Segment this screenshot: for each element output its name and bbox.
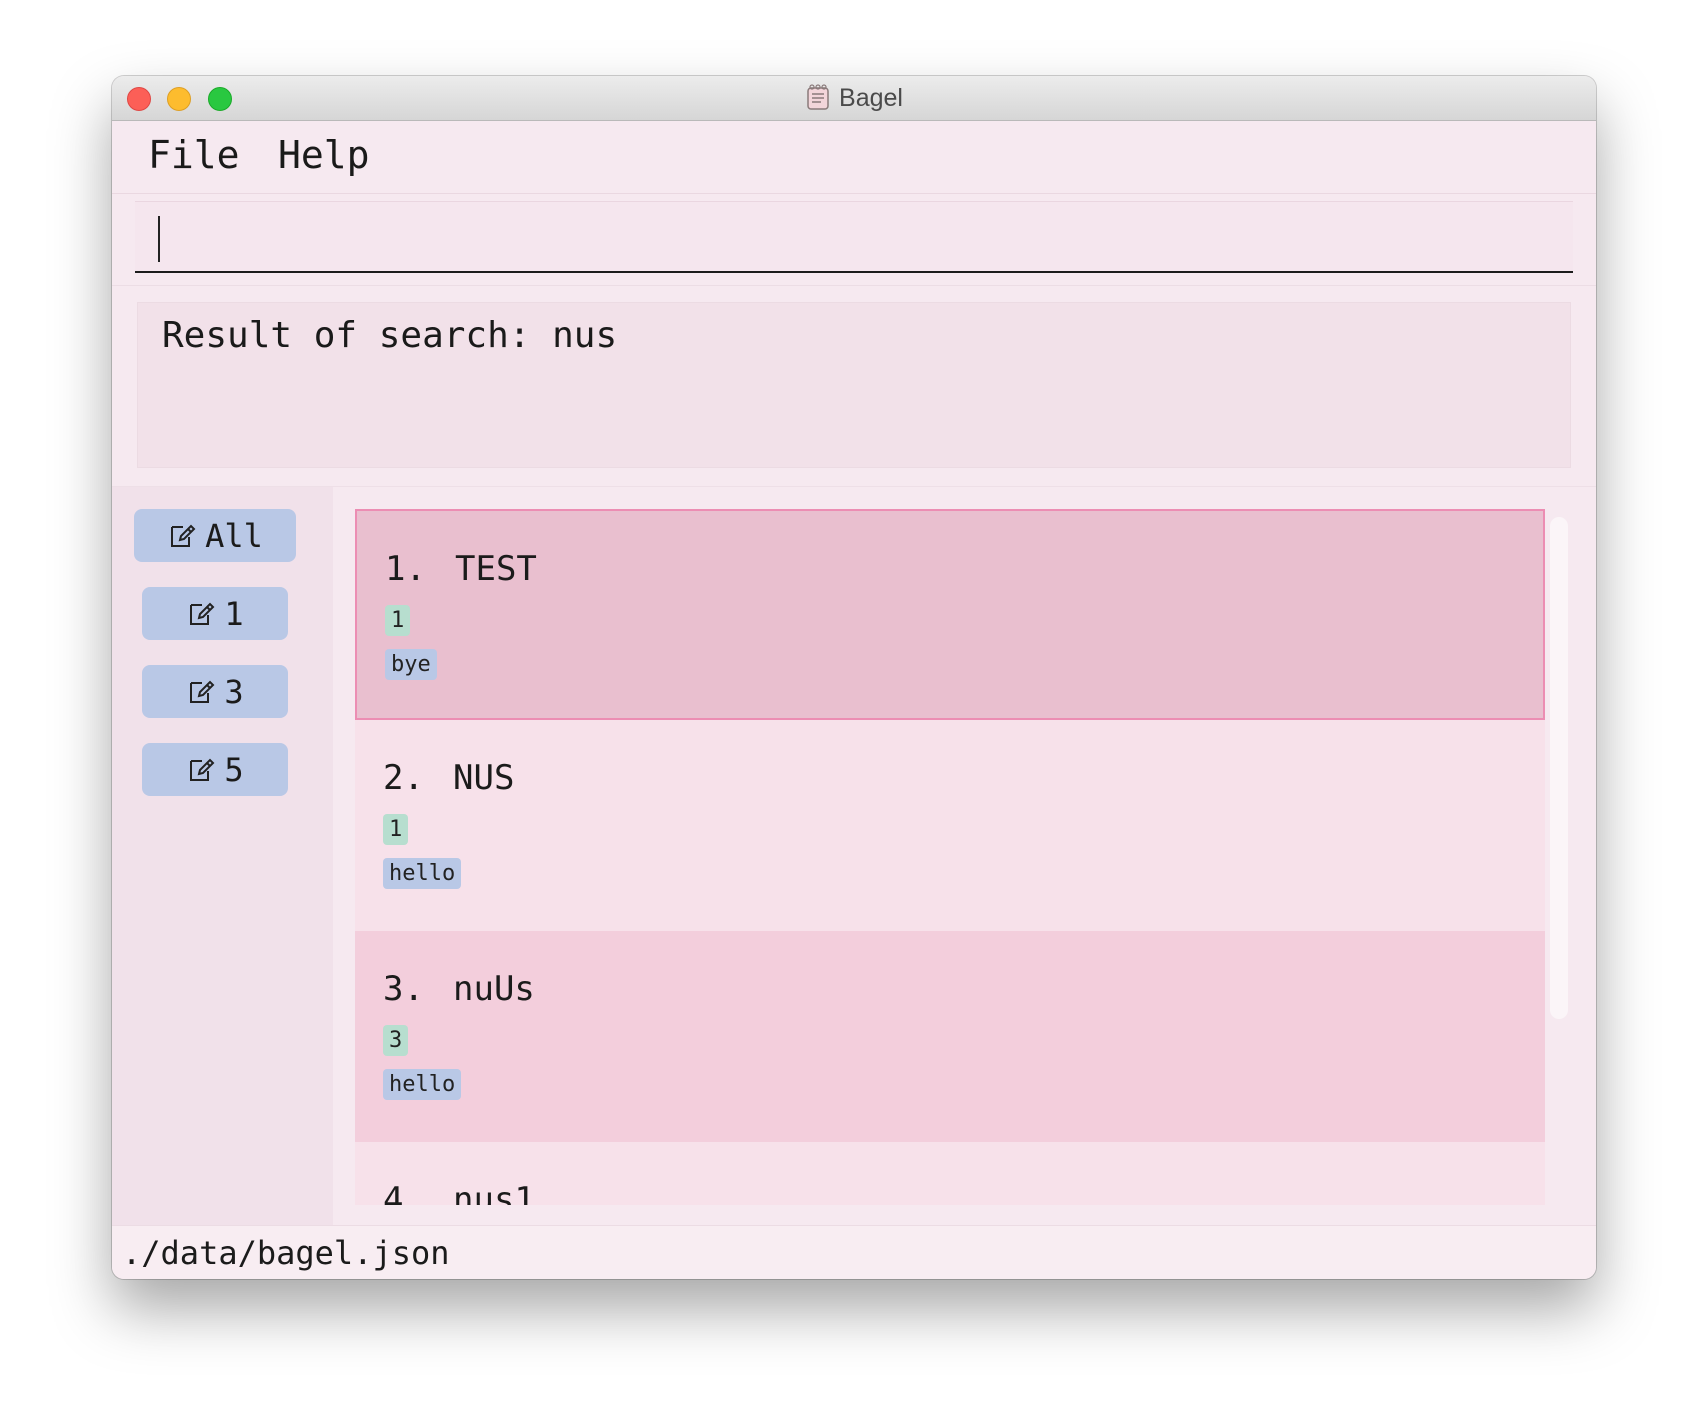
menu-bar: File Help bbox=[112, 121, 1596, 194]
flashcard-title: nuUs bbox=[453, 969, 535, 1009]
app-window: Bagel File Help Result of search: nus Al… bbox=[112, 76, 1596, 1279]
edit-icon bbox=[171, 524, 196, 547]
flashcard-item[interactable]: 1. TEST 1 bye bbox=[355, 509, 1545, 720]
title-bar[interactable]: Bagel bbox=[112, 76, 1596, 121]
command-box bbox=[135, 201, 1573, 273]
status-bar: ./data/bagel.json bbox=[112, 1225, 1596, 1279]
flashcard-index: 4. bbox=[383, 1180, 424, 1205]
flashcard-index: 2. bbox=[383, 758, 424, 798]
set-tag: 1 bbox=[385, 605, 411, 636]
main-content: All 1 3 5 1. TEST 1 bye 2. NUS 1 hello 3… bbox=[112, 486, 1596, 1227]
edit-icon bbox=[190, 680, 215, 703]
window-title: Bagel bbox=[839, 83, 903, 112]
list-scrollbar[interactable] bbox=[1550, 517, 1568, 1019]
flashcard-tag: bye bbox=[385, 649, 437, 680]
command-input[interactable] bbox=[135, 202, 1573, 271]
edit-icon bbox=[190, 758, 215, 781]
result-display: Result of search: nus bbox=[137, 302, 1571, 468]
tab-all-label: All bbox=[205, 516, 263, 555]
bagel-app-icon bbox=[805, 84, 831, 112]
tab-set-3[interactable]: 3 bbox=[142, 665, 288, 718]
flashcard-index: 1. bbox=[385, 549, 426, 589]
menu-file[interactable]: File bbox=[148, 133, 240, 177]
flashcard-list[interactable]: 1. TEST 1 bye 2. NUS 1 hello 3. nuUs 3 h… bbox=[355, 509, 1545, 1205]
tab-set-5[interactable]: 5 bbox=[142, 743, 288, 796]
result-text: Result of search: nus bbox=[162, 315, 618, 356]
edit-icon bbox=[190, 602, 215, 625]
tab-set-5-label: 5 bbox=[224, 750, 244, 789]
flashcard-index: 3. bbox=[383, 969, 424, 1009]
flashcard-item[interactable]: 3. nuUs 3 hello bbox=[355, 931, 1545, 1142]
tab-set-1[interactable]: 1 bbox=[142, 587, 288, 640]
divider bbox=[112, 285, 1596, 286]
set-tag: 1 bbox=[383, 814, 409, 845]
set-tag: 3 bbox=[383, 1025, 409, 1056]
flashcard-title: nus1 bbox=[453, 1180, 535, 1205]
flashcard-tag: hello bbox=[383, 858, 462, 889]
flashcard-item[interactable]: 2. NUS 1 hello bbox=[355, 720, 1545, 931]
tab-set-1-label: 1 bbox=[224, 594, 244, 633]
tab-all[interactable]: All bbox=[134, 509, 296, 562]
flashcard-set-sidebar: All 1 3 5 bbox=[112, 487, 333, 1227]
flashcard-item[interactable]: 4. nus1 bbox=[355, 1142, 1545, 1205]
data-file-path: ./data/bagel.json bbox=[122, 1234, 450, 1272]
menu-help[interactable]: Help bbox=[278, 133, 370, 177]
flashcard-title: TEST bbox=[455, 549, 537, 589]
flashcard-tag: hello bbox=[383, 1069, 462, 1100]
tab-set-3-label: 3 bbox=[224, 672, 244, 711]
flashcard-title: NUS bbox=[453, 758, 515, 798]
text-caret bbox=[158, 216, 160, 262]
